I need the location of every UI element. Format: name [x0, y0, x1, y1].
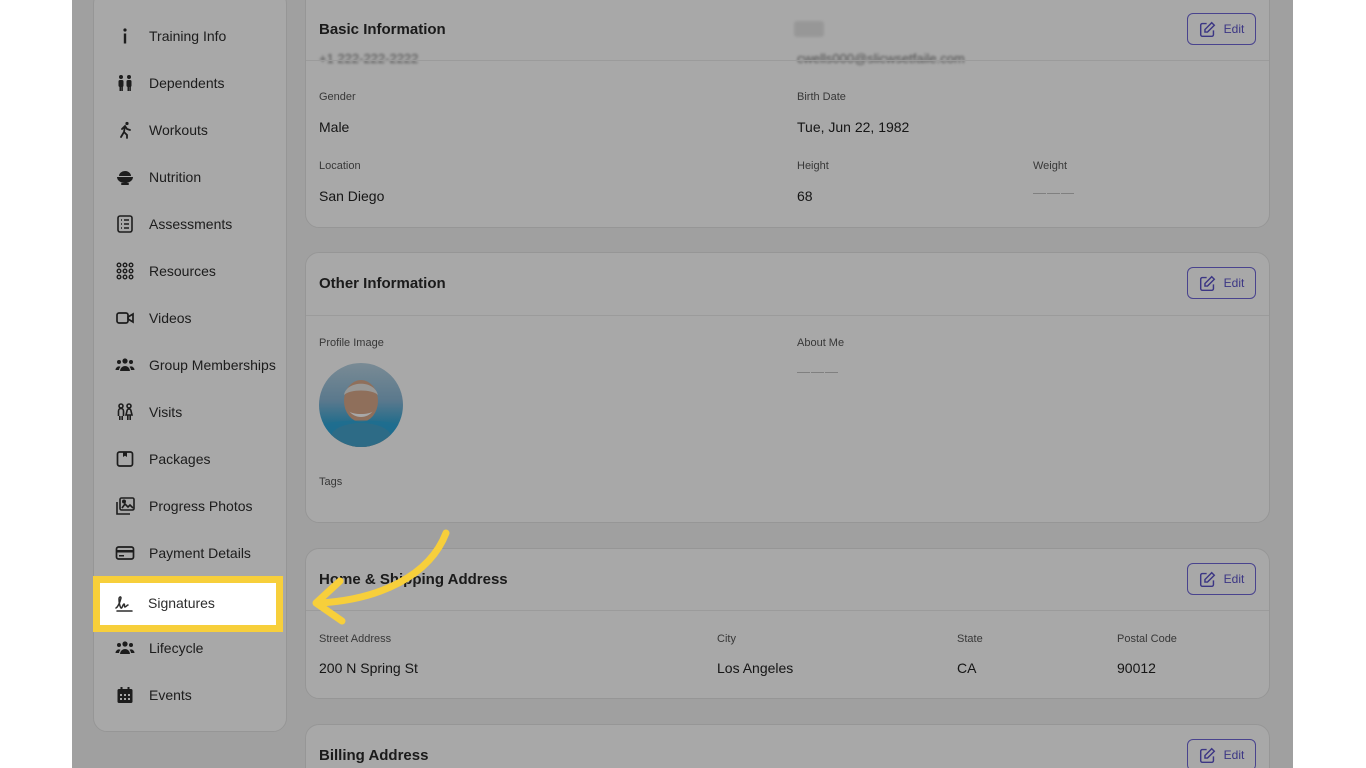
about-me-label: About Me: [797, 337, 845, 349]
sidebar-item-dependents[interactable]: Dependents: [114, 68, 225, 98]
sidebar-item-label: Group Memberships: [149, 357, 276, 373]
signatures-highlight: Signatures: [93, 576, 283, 632]
running-person-icon: [114, 119, 136, 141]
state-value: CA: [957, 660, 977, 676]
phone-value: +1 222-222-2222: [319, 51, 419, 66]
video-camera-icon: [114, 307, 136, 329]
birth-date-label: Birth Date: [797, 91, 846, 103]
calendar-icon: [114, 684, 136, 706]
app-frame: Training Info Dependents Workouts Nutrit…: [72, 0, 1293, 768]
billing-address-card: Billing Address Edit: [305, 724, 1270, 768]
location-value: San Diego: [319, 188, 385, 204]
height-value: 68: [797, 188, 813, 204]
city-label: City: [717, 633, 736, 645]
profile-photo-image: [319, 380, 403, 447]
edit-button[interactable]: Edit: [1187, 563, 1256, 595]
email-value: cwells000@slicwsetfaile.com: [797, 51, 965, 66]
edit-label: Edit: [1223, 748, 1245, 762]
group-icon: [114, 354, 136, 376]
other-information-card: Other Information Edit Profile Image Abo…: [305, 252, 1270, 523]
edit-label: Edit: [1223, 22, 1245, 36]
sidebar-item-events[interactable]: Events: [114, 680, 192, 710]
postal-code-value: 90012: [1117, 660, 1156, 676]
sidebar-item-signatures[interactable]: Signatures: [113, 588, 215, 618]
profile-avatar[interactable]: [319, 363, 403, 447]
card-title: Billing Address: [319, 747, 429, 764]
height-label: Height: [797, 160, 829, 172]
card-title: Basic Information: [319, 21, 446, 38]
sidebar-item-label: Lifecycle: [149, 640, 204, 656]
dependents-icon: [114, 72, 136, 94]
location-label: Location: [319, 160, 361, 172]
sidebar-item-label: Progress Photos: [149, 498, 253, 514]
sidebar-item-label: Assessments: [149, 216, 233, 232]
credit-card-icon: [114, 542, 136, 564]
card-title: Other Information: [319, 275, 446, 292]
edit-button[interactable]: Edit: [1187, 267, 1256, 299]
info-icon: [114, 25, 136, 47]
edit-icon: [1199, 21, 1215, 37]
sidebar-item-label: Resources: [149, 263, 216, 279]
sidebar-item-label: Payment Details: [149, 545, 251, 561]
signature-icon: [113, 592, 135, 614]
sidebar-item-payment-details[interactable]: Payment Details: [114, 538, 251, 568]
sidebar-item-lifecycle[interactable]: Lifecycle: [114, 633, 203, 663]
sidebar-item-videos[interactable]: Videos: [114, 303, 192, 333]
sidebar-item-label: Dependents: [149, 75, 225, 91]
divider: [306, 315, 1269, 316]
edit-icon: [1199, 275, 1215, 291]
sidebar-item-label: Videos: [149, 310, 192, 326]
postal-code-label: Postal Code: [1117, 633, 1177, 645]
couple-icon: [114, 401, 136, 423]
sidebar-item-group-memberships[interactable]: Group Memberships: [114, 350, 276, 380]
edit-icon: [1199, 747, 1215, 763]
bowl-icon: [114, 166, 136, 188]
edit-icon: [1199, 571, 1215, 587]
sidebar-item-resources[interactable]: Resources: [114, 256, 216, 286]
edit-button[interactable]: Edit: [1187, 13, 1256, 45]
sidebar-item-visits[interactable]: Visits: [114, 397, 182, 427]
sidebar-item-packages[interactable]: Packages: [114, 444, 210, 474]
sidebar-item-training-info[interactable]: Training Info: [114, 21, 226, 51]
sidebar-item-label: Visits: [149, 404, 183, 420]
gender-label: Gender: [319, 91, 356, 103]
sidebar-item-label: Events: [149, 687, 192, 703]
city-value: Los Angeles: [717, 660, 794, 676]
edit-label: Edit: [1223, 276, 1245, 290]
weight-value: ———: [1033, 185, 1075, 200]
basic-information-card: Basic Information Edit +1 222-222-2222 c…: [305, 0, 1270, 228]
gender-value: Male: [319, 119, 350, 135]
street-address-value: 200 N Spring St: [319, 660, 418, 676]
sidebar-item-label: Training Info: [149, 28, 227, 44]
sidebar-item-label: Packages: [149, 451, 211, 467]
package-icon: [114, 448, 136, 470]
profile-image-label: Profile Image: [319, 337, 384, 349]
tutorial-arrow-icon: [312, 529, 450, 625]
tags-label: Tags: [319, 476, 343, 488]
edit-button[interactable]: Edit: [1187, 739, 1256, 768]
checklist-icon: [114, 213, 136, 235]
sidebar-item-label: Nutrition: [149, 169, 202, 185]
lifecycle-icon: [114, 637, 136, 659]
divider: [306, 60, 1269, 61]
sidebar-item-progress-photos[interactable]: Progress Photos: [114, 491, 253, 521]
sidebar-item-assessments[interactable]: Assessments: [114, 209, 232, 239]
edit-label: Edit: [1223, 572, 1245, 586]
photos-icon: [114, 495, 136, 517]
birth-date-value: Tue, Jun 22, 1982: [797, 119, 910, 135]
grid-dots-icon: [114, 260, 136, 282]
about-me-value: ———: [797, 364, 839, 379]
sidebar-item-nutrition[interactable]: Nutrition: [114, 162, 201, 192]
sidebar-item-label: Signatures: [148, 595, 215, 611]
state-label: State: [957, 633, 983, 645]
sidebar-item-workouts[interactable]: Workouts: [114, 115, 208, 145]
weight-label: Weight: [1033, 160, 1068, 172]
sidebar-item-label: Workouts: [149, 122, 208, 138]
blurred-avatar-placeholder: [794, 21, 824, 37]
